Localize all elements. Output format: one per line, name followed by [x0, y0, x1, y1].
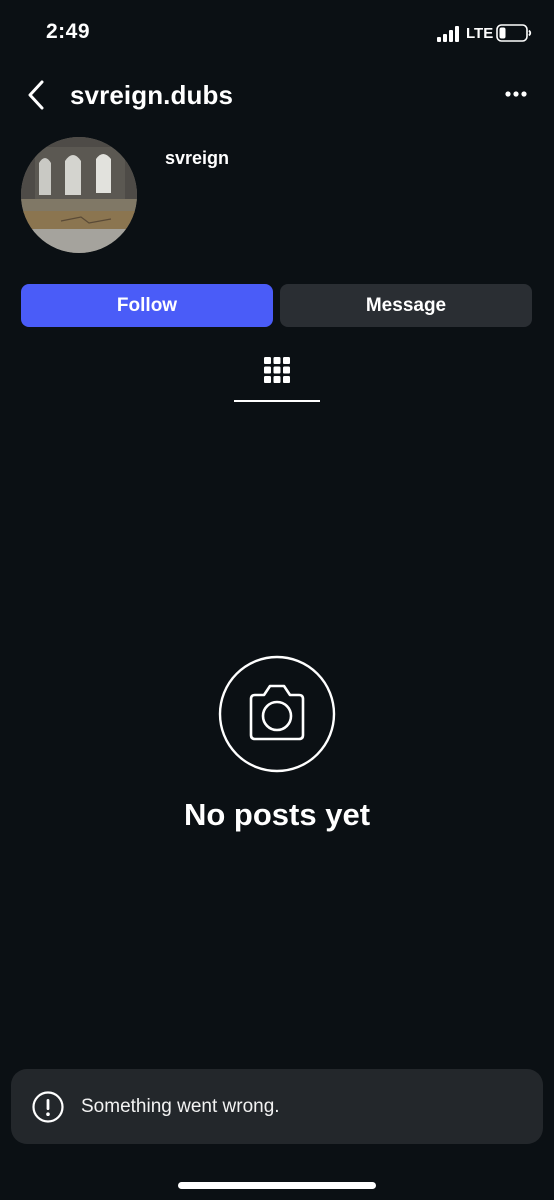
- profile-username: svreign.dubs: [70, 80, 234, 110]
- exclamation-icon: [32, 1091, 64, 1123]
- profile-display-name: svreign: [165, 148, 230, 168]
- more-options-button[interactable]: [498, 82, 534, 106]
- status-time: 2:49: [46, 20, 91, 43]
- message-button-label: Message: [365, 294, 447, 316]
- more-options-icon: [505, 91, 527, 97]
- profile-header: svreign.dubs: [0, 70, 554, 120]
- follow-button[interactable]: Follow: [21, 284, 273, 327]
- follow-button-label: Follow: [116, 294, 178, 316]
- avatar[interactable]: [21, 137, 137, 253]
- camera-icon: [218, 655, 336, 773]
- back-button[interactable]: [22, 78, 54, 112]
- toast-message: Something went wrong.: [81, 1096, 280, 1117]
- back-arrow-icon: [28, 80, 44, 110]
- tab-grid[interactable]: [234, 352, 320, 402]
- tab-active-indicator: [234, 400, 320, 402]
- grid-icon: [264, 357, 290, 383]
- empty-state-title: No posts yet: [183, 797, 371, 832]
- battery-icon: [496, 24, 532, 42]
- avatar-photo: [21, 137, 137, 253]
- error-toast[interactable]: Something went wrong.: [11, 1069, 543, 1144]
- network-label: LTE: [466, 25, 494, 42]
- status-bar: 2:49 LTE: [0, 0, 554, 66]
- signal-icon: [437, 26, 459, 42]
- message-button[interactable]: Message: [280, 284, 532, 327]
- home-indicator[interactable]: [178, 1182, 376, 1189]
